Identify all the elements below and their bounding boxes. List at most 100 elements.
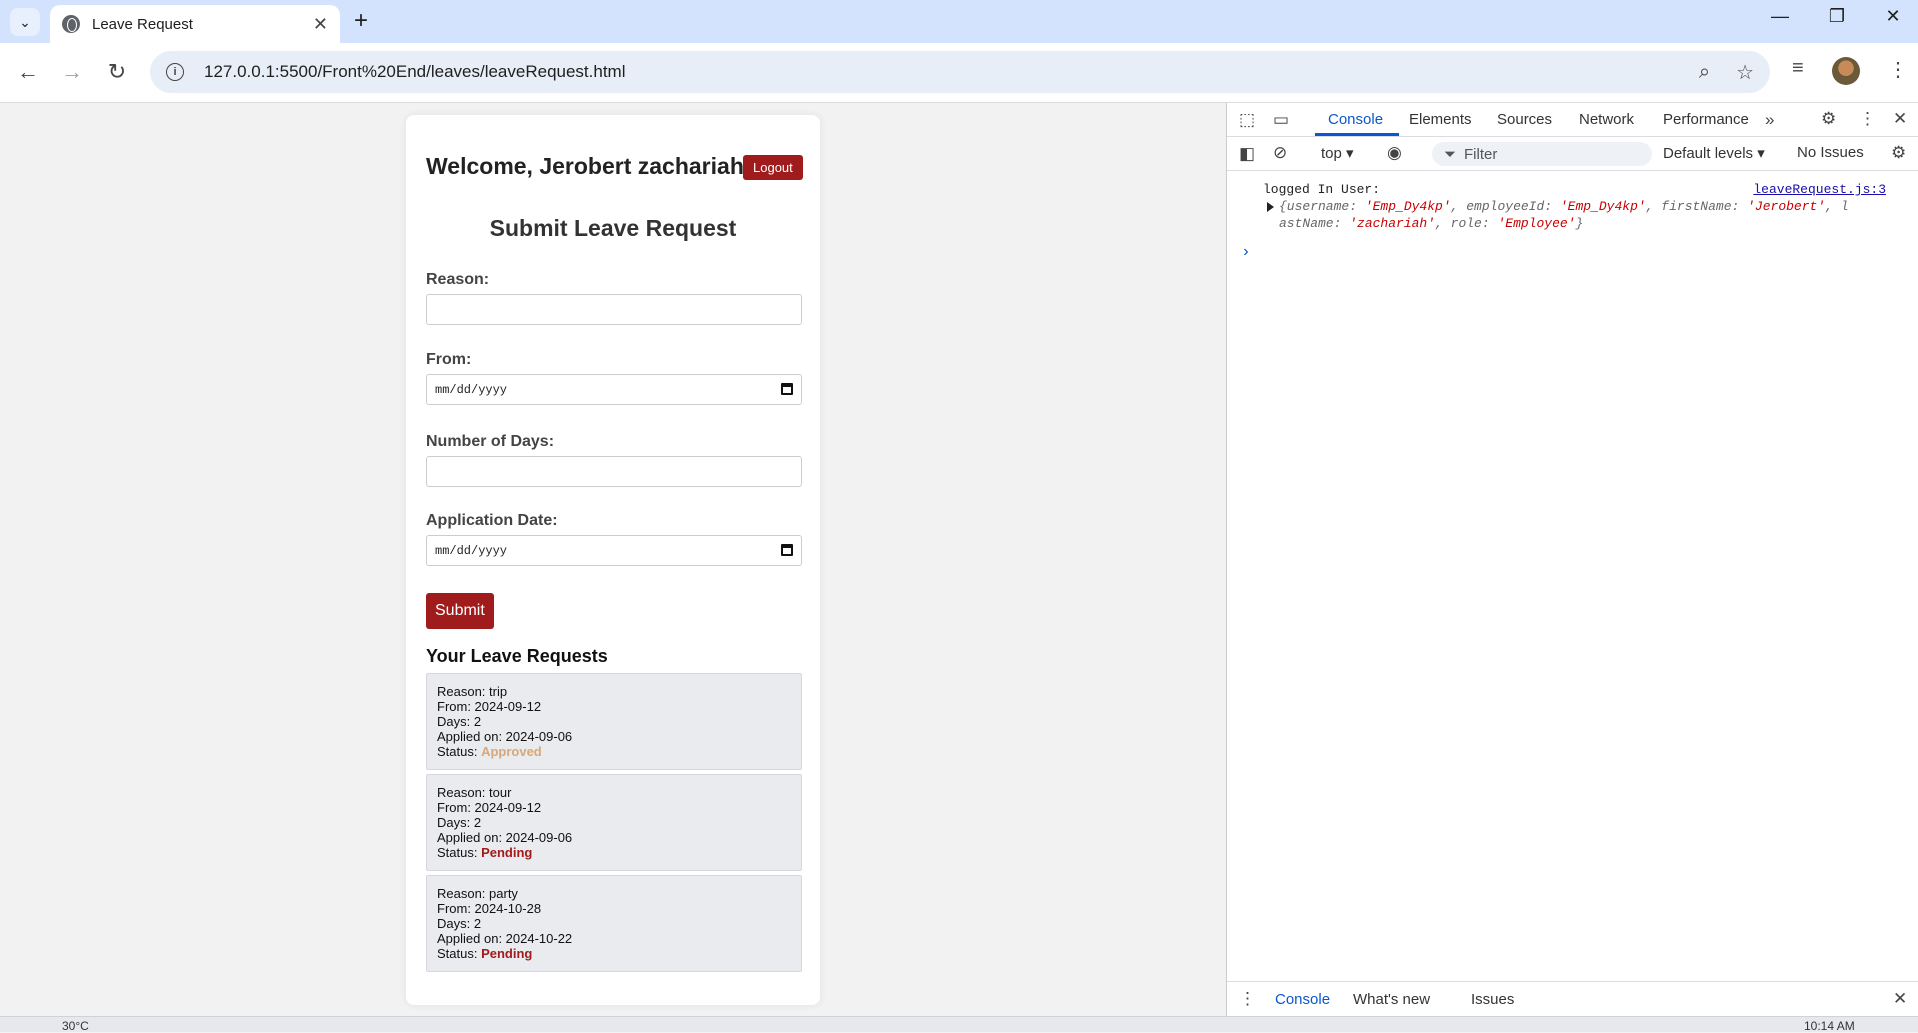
drawer-menu-icon[interactable]: ⋮ bbox=[1239, 989, 1256, 1009]
filter-placeholder: Filter bbox=[1464, 145, 1498, 163]
address-bar[interactable]: i 127.0.0.1:5500/Front%20End/leaves/leav… bbox=[150, 51, 1770, 93]
tab-title: Leave Request bbox=[92, 15, 193, 33]
context-selector[interactable]: top ▾ bbox=[1321, 144, 1354, 162]
from-date-value: mm/dd/yyyy bbox=[435, 382, 508, 397]
leave-request-card: Welcome, Jerobert zachariah Logout Submi… bbox=[406, 115, 820, 1005]
leave-request-item: Reason: party From: 2024-10-28 Days: 2 A… bbox=[426, 875, 802, 972]
close-drawer-icon[interactable]: ✕ bbox=[1893, 989, 1907, 1009]
drawer-tab-whats-new[interactable]: What's new bbox=[1353, 991, 1430, 1008]
request-reason: Reason: tour bbox=[437, 785, 512, 800]
globe-icon bbox=[62, 15, 80, 33]
tab-search-chevron-icon[interactable]: ⌄ bbox=[10, 8, 40, 36]
form-title: Submit Leave Request bbox=[489, 215, 737, 241]
zoom-icon[interactable]: ⌕ bbox=[1699, 61, 1710, 84]
request-days: Days: 2 bbox=[437, 916, 482, 931]
live-expression-eye-icon[interactable]: ◉ bbox=[1387, 143, 1402, 163]
menu-kebab-icon[interactable]: ⋮ bbox=[1888, 57, 1908, 82]
application-date-label: Application Date: bbox=[426, 512, 558, 529]
restore-icon[interactable]: ❐ bbox=[1817, 6, 1857, 27]
weather-temp[interactable]: 30°C bbox=[62, 1019, 89, 1033]
device-toolbar-icon[interactable]: ▭ bbox=[1273, 110, 1289, 130]
drawer-tab-console[interactable]: Console bbox=[1275, 991, 1330, 1008]
days-label: Number of Days: bbox=[426, 433, 555, 450]
request-days: Days: 2 bbox=[437, 815, 482, 830]
devtools-panel: ⬚ ▭ Console Elements Sources Network Per… bbox=[1226, 103, 1918, 1016]
leave-request-item: Reason: tour From: 2024-09-12 Days: 2 Ap… bbox=[426, 774, 802, 871]
close-tab-icon[interactable]: ✕ bbox=[313, 14, 328, 35]
inspect-element-icon[interactable]: ⬚ bbox=[1239, 110, 1255, 130]
close-window-icon[interactable]: ✕ bbox=[1873, 6, 1913, 27]
expand-triangle-icon[interactable] bbox=[1267, 202, 1274, 212]
settings-gear-icon[interactable]: ⚙ bbox=[1821, 109, 1836, 129]
status-badge: Approved bbox=[481, 744, 542, 759]
devtools-tab-bar: ⬚ ▭ Console Elements Sources Network Per… bbox=[1227, 103, 1918, 137]
requests-heading: Your Leave Requests bbox=[426, 646, 608, 666]
close-devtools-icon[interactable]: ✕ bbox=[1893, 109, 1907, 129]
status-label: Status: bbox=[437, 744, 482, 759]
from-date-input[interactable]: mm/dd/yyyy bbox=[426, 374, 802, 405]
status-badge: Pending bbox=[481, 845, 533, 860]
page-viewport: Welcome, Jerobert zachariah Logout Submi… bbox=[0, 103, 1226, 1016]
active-tab-indicator bbox=[1315, 133, 1399, 136]
minimize-icon[interactable]: — bbox=[1760, 6, 1800, 27]
request-applied: Applied on: 2024-09-06 bbox=[437, 729, 573, 744]
request-status-row: Status: Pending bbox=[437, 845, 791, 860]
reload-icon[interactable]: ↻ bbox=[102, 59, 132, 85]
calendar-icon[interactable] bbox=[781, 383, 793, 395]
browser-tab-strip: ⌄ Leave Request ✕ + — ❐ ✕ bbox=[0, 0, 1918, 43]
console-settings-gear-icon[interactable]: ⚙ bbox=[1891, 143, 1906, 163]
status-label: Status: bbox=[437, 946, 482, 961]
new-tab-plus-icon[interactable]: + bbox=[354, 7, 368, 35]
console-toolbar: ◧ ⊘ top ▾ ◉ ⏷ Filter Default levels ▾ No… bbox=[1227, 137, 1918, 171]
sidebar-toggle-icon[interactable]: ◧ bbox=[1239, 144, 1255, 164]
logout-button[interactable]: Logout bbox=[743, 155, 803, 180]
issues-counter[interactable]: No Issues bbox=[1797, 144, 1864, 161]
bookmark-star-icon[interactable]: ☆ bbox=[1736, 60, 1754, 85]
tab-console[interactable]: Console bbox=[1328, 111, 1383, 128]
welcome-heading: Welcome, Jerobert zachariah bbox=[426, 153, 744, 179]
url-text[interactable]: 127.0.0.1:5500/Front%20End/leaves/leaveR… bbox=[204, 62, 1673, 82]
filter-funnel-icon: ⏷ bbox=[1444, 145, 1457, 163]
profile-avatar[interactable] bbox=[1832, 57, 1860, 85]
reason-input[interactable] bbox=[426, 294, 802, 325]
leave-request-item: Reason: trip From: 2024-09-12 Days: 2 Ap… bbox=[426, 673, 802, 770]
clear-console-icon[interactable]: ⊘ bbox=[1273, 143, 1287, 163]
from-label: From: bbox=[426, 351, 472, 368]
site-info-icon[interactable]: i bbox=[166, 63, 184, 81]
browser-tab[interactable]: Leave Request ✕ bbox=[50, 5, 340, 43]
status-badge: Pending bbox=[481, 946, 533, 961]
log-object-line2[interactable]: astName: 'zachariah', role: 'Employee'} bbox=[1279, 215, 1583, 232]
log-object-line1[interactable]: {username: 'Emp_Dy4kp', employeeId: 'Emp… bbox=[1279, 198, 1879, 215]
log-levels-dropdown[interactable]: Default levels ▾ bbox=[1663, 144, 1765, 162]
drawer-tab-issues[interactable]: Issues bbox=[1471, 991, 1514, 1008]
more-tabs-icon[interactable]: » bbox=[1765, 110, 1774, 130]
submit-button[interactable]: Submit bbox=[426, 593, 494, 629]
days-input[interactable] bbox=[426, 456, 802, 487]
tab-elements[interactable]: Elements bbox=[1409, 111, 1472, 128]
tab-sources[interactable]: Sources bbox=[1497, 111, 1552, 128]
request-applied: Applied on: 2024-09-06 bbox=[437, 830, 573, 845]
request-from: From: 2024-10-28 bbox=[437, 901, 542, 916]
os-taskbar: 30°C 10:14 AM bbox=[0, 1016, 1918, 1033]
console-filter-input[interactable]: ⏷ Filter bbox=[1432, 142, 1652, 166]
console-prompt-chevron-icon[interactable]: › bbox=[1241, 243, 1251, 261]
request-days: Days: 2 bbox=[437, 714, 482, 729]
forward-arrow-icon[interactable]: → bbox=[57, 59, 87, 85]
log-source-link[interactable]: leaveRequest.js:3 bbox=[1753, 181, 1886, 198]
clock-time[interactable]: 10:14 AM bbox=[1804, 1019, 1855, 1033]
browser-toolbar: ← → ↻ i 127.0.0.1:5500/Front%20End/leave… bbox=[0, 43, 1918, 103]
request-reason: Reason: party bbox=[437, 886, 518, 901]
calendar-icon[interactable] bbox=[781, 544, 793, 556]
tab-network[interactable]: Network bbox=[1579, 111, 1634, 128]
status-label: Status: bbox=[437, 845, 482, 860]
request-status-row: Status: Approved bbox=[437, 744, 791, 759]
devtools-menu-icon[interactable]: ⋮ bbox=[1859, 109, 1876, 129]
request-from: From: 2024-09-12 bbox=[437, 800, 542, 815]
reason-label: Reason: bbox=[426, 271, 490, 288]
back-arrow-icon[interactable]: ← bbox=[13, 59, 43, 85]
request-from: From: 2024-09-12 bbox=[437, 699, 542, 714]
application-date-value: mm/dd/yyyy bbox=[435, 543, 508, 558]
tab-performance[interactable]: Performance bbox=[1663, 111, 1749, 128]
media-controls-icon[interactable]: ≡ bbox=[1792, 57, 1804, 80]
application-date-input[interactable]: mm/dd/yyyy bbox=[426, 535, 802, 566]
